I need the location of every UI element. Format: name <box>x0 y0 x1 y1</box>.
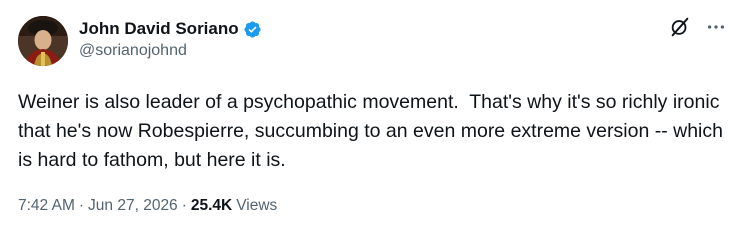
views-label: Views <box>236 197 278 214</box>
verified-badge-icon[interactable] <box>243 20 262 39</box>
tweet-meta: 7:42 AM · Jun 27, 2026 · 25.4K Views <box>18 197 277 215</box>
tweet-date[interactable]: Jun 27, 2026 <box>88 197 178 215</box>
avatar[interactable] <box>18 16 68 66</box>
grok-icon[interactable] <box>669 16 691 38</box>
author-display-name[interactable]: John David Soriano <box>79 19 239 39</box>
tweet-time[interactable]: 7:42 AM <box>18 197 75 215</box>
meta-separator: · <box>78 197 85 214</box>
more-dots-icon[interactable] <box>705 16 727 38</box>
tweet-text: Weiner is also leader of a psychopathic … <box>18 91 729 171</box>
header-actions <box>669 16 727 38</box>
author-name-row: John David Soriano <box>79 17 262 41</box>
meta-separator: · <box>181 197 187 214</box>
author-handle[interactable]: @sorianojohnd <box>79 42 187 60</box>
tweet-card: John David Soriano @sorianojohnd Weiner … <box>0 0 745 240</box>
avatar-portrait-icon <box>18 16 68 66</box>
views-count[interactable]: 25.4K <box>191 197 232 215</box>
